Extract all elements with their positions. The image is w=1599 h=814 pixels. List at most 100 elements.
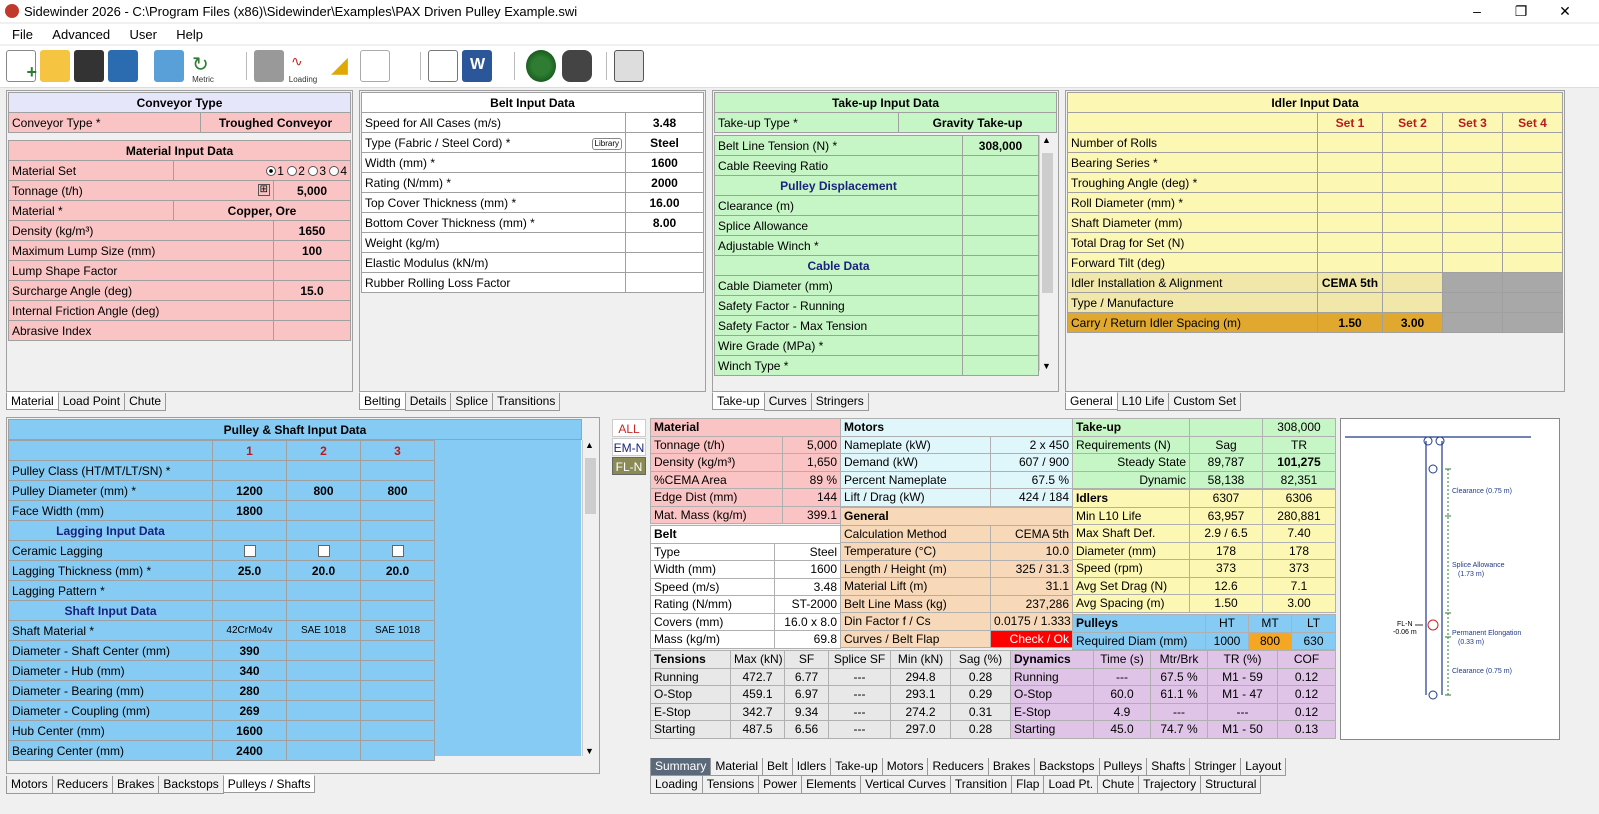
- pulley-face-width-mm-2[interactable]: [286, 500, 361, 521]
- tab-details[interactable]: Details: [404, 393, 452, 411]
- ceramic-lagging-checkbox-2[interactable]: [286, 540, 361, 561]
- scroll-thumb[interactable]: [585, 458, 596, 514]
- tab-material[interactable]: Material: [710, 758, 764, 776]
- tab-custom-set[interactable]: Custom Set: [1168, 393, 1242, 411]
- idler-troughing-angle-deg-set3[interactable]: [1442, 172, 1503, 193]
- tab-takeup[interactable]: Take-up: [712, 392, 765, 410]
- pulley-lagging-pattern-1[interactable]: [212, 580, 287, 601]
- tab-motors[interactable]: Motors: [6, 776, 53, 794]
- chart-report-icon[interactable]: [360, 50, 390, 82]
- pulley-pulley-diameter-mm-1[interactable]: 1200: [212, 480, 287, 501]
- pulley-lagging-pattern-3[interactable]: [360, 580, 435, 601]
- pulley-pulley-class-ht-mt-lt-sn-2[interactable]: [286, 460, 361, 481]
- new-file-icon[interactable]: +: [6, 50, 37, 82]
- lump-size-value[interactable]: 100: [272, 240, 352, 261]
- pulley-shaft-material-1[interactable]: 42CrMo4v: [212, 620, 287, 641]
- idler-shaft-diameter-mm-set4[interactable]: [1501, 212, 1564, 233]
- takeup-cable-reeving-ratio-value[interactable]: [962, 155, 1039, 176]
- maximize-icon[interactable]: ❐: [1499, 1, 1543, 21]
- tab-brakes[interactable]: Brakes: [987, 758, 1036, 776]
- pulley-hub-center-mm-2[interactable]: [286, 720, 361, 741]
- minimize-icon[interactable]: –: [1455, 1, 1499, 21]
- tab-pulleys[interactable]: Pulleys: [1098, 758, 1148, 776]
- close-icon[interactable]: ✕: [1543, 1, 1587, 21]
- tab-backstops[interactable]: Backstops: [158, 776, 224, 794]
- library-button[interactable]: Library: [591, 137, 622, 150]
- mode-fl-n[interactable]: FL-N: [612, 457, 646, 475]
- pulley-lagging-thickness-mm-2[interactable]: 20.0: [286, 560, 361, 581]
- save-as-icon[interactable]: [108, 50, 138, 82]
- takeup-safety-factor-max-tension-value[interactable]: [962, 315, 1039, 336]
- gear-icon[interactable]: [254, 50, 284, 82]
- idler-troughing-angle-deg-set1[interactable]: [1317, 172, 1383, 193]
- pulley-diameter-hub-mm-1[interactable]: 340: [212, 660, 287, 681]
- pulley-pulley-diameter-mm-3[interactable]: 800: [360, 480, 435, 501]
- scroll-up-icon[interactable]: ▲: [1042, 135, 1051, 145]
- tab-load-pt[interactable]: Load Pt.: [1043, 776, 1099, 794]
- belt-type-value[interactable]: Steel: [624, 132, 705, 153]
- tab-stringer[interactable]: Stringer: [1189, 758, 1242, 776]
- tab-brakes[interactable]: Brakes: [112, 776, 160, 794]
- idler-forward-tilt-deg-set4[interactable]: [1501, 252, 1564, 273]
- tab-general[interactable]: General: [1065, 392, 1118, 410]
- tab-material[interactable]: Material: [6, 392, 59, 410]
- mode-em-n[interactable]: EM-N: [612, 438, 646, 456]
- idler-bearing-series-set3[interactable]: [1442, 152, 1503, 173]
- idler-total-drag-for-set-n-set3[interactable]: [1442, 232, 1503, 253]
- idler-roll-diameter-mm-set3[interactable]: [1442, 192, 1503, 213]
- tab-take-up[interactable]: Take-up: [830, 758, 883, 776]
- report-icon[interactable]: [428, 50, 458, 82]
- pulley-diameter-bearing-mm-1[interactable]: 280: [212, 680, 287, 701]
- takeup-wire-grade-mpa-value[interactable]: [962, 335, 1039, 356]
- tab-stringers[interactable]: Stringers: [810, 393, 869, 411]
- belt-weight-value[interactable]: [624, 232, 705, 253]
- pulley-shaft-material-2[interactable]: SAE 1018: [286, 620, 361, 641]
- scroll-down-icon[interactable]: ▼: [585, 746, 594, 756]
- takeup-scrollbar[interactable]: ▲ ▼: [1039, 135, 1055, 371]
- menu-user[interactable]: User: [117, 24, 156, 42]
- pulley-diameter-shaft-center-mm-3[interactable]: [360, 640, 435, 661]
- idler-shaft-diameter-mm-set2[interactable]: [1382, 212, 1443, 233]
- takeup-clearance-m-value[interactable]: [962, 195, 1039, 216]
- scroll-down-icon[interactable]: ▼: [1042, 361, 1051, 371]
- tonnage-value[interactable]: 5,000: [272, 180, 352, 201]
- idler-forward-tilt-deg-set3[interactable]: [1442, 252, 1503, 273]
- takeup-winch-type-value[interactable]: [962, 355, 1039, 376]
- conveyor-type-value[interactable]: Troughed Conveyor: [200, 112, 351, 133]
- idler-forward-tilt-deg-set2[interactable]: [1382, 252, 1443, 273]
- calculator-icon[interactable]: [614, 50, 644, 82]
- pulley-pulley-diameter-mm-2[interactable]: 800: [286, 480, 361, 501]
- material-set-radio-1[interactable]: [266, 166, 277, 177]
- idler-number-of-rolls-set2[interactable]: [1382, 132, 1443, 153]
- idler-number-of-rolls-set3[interactable]: [1442, 132, 1503, 153]
- pulley-hub-center-mm-3[interactable]: [360, 720, 435, 741]
- pulley-pulley-class-ht-mt-lt-sn-1[interactable]: [212, 460, 287, 481]
- tab-transitions[interactable]: Transitions: [492, 393, 561, 411]
- installation-value[interactable]: CEMA 5th: [1317, 272, 1383, 293]
- pulley-diameter-hub-mm-2[interactable]: [286, 660, 361, 681]
- pulley-bearing-center-mm-3[interactable]: [360, 740, 435, 761]
- checkbox-icon[interactable]: [317, 545, 330, 558]
- grid-icon[interactable]: ⊞: [257, 183, 270, 196]
- material-set-radios[interactable]: 1 2 3 4: [172, 160, 352, 181]
- takeup-splice-allowance-value[interactable]: [962, 215, 1039, 236]
- tab-reducers[interactable]: Reducers: [51, 776, 114, 794]
- tab-vertical-curves[interactable]: Vertical Curves: [860, 776, 951, 794]
- pulley-icon[interactable]: [562, 50, 592, 82]
- tab-idlers[interactable]: Idlers: [791, 758, 832, 776]
- idler-roll-diameter-mm-set2[interactable]: [1382, 192, 1443, 213]
- tab-flap[interactable]: Flap: [1011, 776, 1045, 794]
- checkbox-icon[interactable]: [243, 545, 256, 558]
- lump-shape-value[interactable]: [272, 260, 352, 281]
- belt-width-value[interactable]: 1600: [624, 152, 705, 173]
- takeup-adjustable-winch-value[interactable]: [962, 235, 1039, 256]
- tab-chute[interactable]: Chute: [124, 393, 167, 411]
- menu-file[interactable]: File: [0, 24, 33, 42]
- material-set-radio-2[interactable]: [287, 166, 298, 177]
- takeup-safety-factor-running-value[interactable]: [962, 295, 1039, 316]
- tab-backstops[interactable]: Backstops: [1034, 758, 1100, 776]
- pulley-diameter-coupling-mm-3[interactable]: [360, 700, 435, 721]
- tab-trajectory[interactable]: Trajectory: [1138, 776, 1202, 794]
- takeup-belt-line-tension-n-value[interactable]: 308,000: [962, 135, 1039, 156]
- pulley-scrollbar[interactable]: ▲ ▼: [582, 440, 598, 756]
